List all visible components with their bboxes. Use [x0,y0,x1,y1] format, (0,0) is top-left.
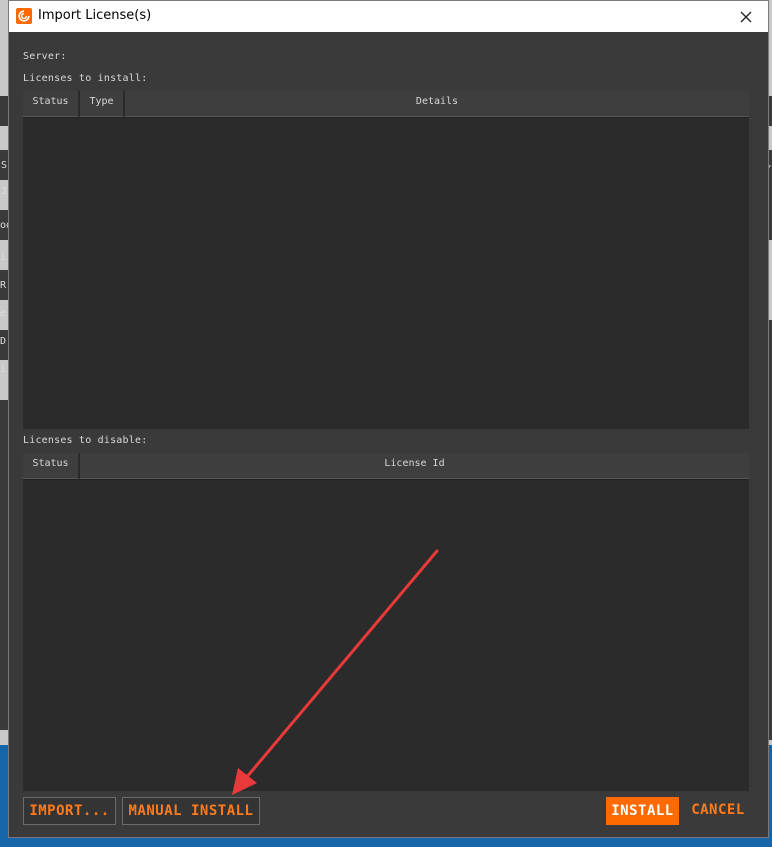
background-text: S [1,160,8,171]
table-header: Status Type Details [23,91,749,118]
manual-install-button[interactable]: MANUAL INSTALL [122,797,260,825]
title-bar[interactable]: Import License(s) [9,1,768,32]
table-header: Status License Id [23,453,749,480]
column-header-status[interactable]: Status [23,453,80,479]
column-header-license-id[interactable]: License Id [80,453,749,479]
column-header-status[interactable]: Status [23,91,80,117]
close-button[interactable] [724,1,768,32]
close-icon [740,11,752,22]
licenses-to-disable-table[interactable]: Status License Id [23,453,749,791]
server-label: Server: [23,51,67,62]
install-button[interactable]: INSTALL [606,797,679,825]
column-header-type[interactable]: Type [80,91,125,117]
window-title: Import License(s) [38,8,152,23]
import-license-dialog: Import License(s) Server: Licenses to in… [8,0,769,838]
import-button[interactable]: IMPORT... [23,797,116,825]
background-text: J [1,186,8,197]
background-text: i [0,364,7,375]
background-text: i [0,252,7,263]
licenses-to-install-table[interactable]: Status Type Details [23,91,749,429]
licenses-to-disable-label: Licenses to disable: [23,435,148,446]
dialog-body: Server: Licenses to install: Status Type… [9,32,768,837]
column-header-details[interactable]: Details [125,91,749,117]
cancel-button[interactable]: CANCEL [685,797,751,825]
licenses-to-install-label: Licenses to install: [23,73,148,84]
houdini-logo-icon [16,8,32,24]
background-text: R [0,280,7,291]
